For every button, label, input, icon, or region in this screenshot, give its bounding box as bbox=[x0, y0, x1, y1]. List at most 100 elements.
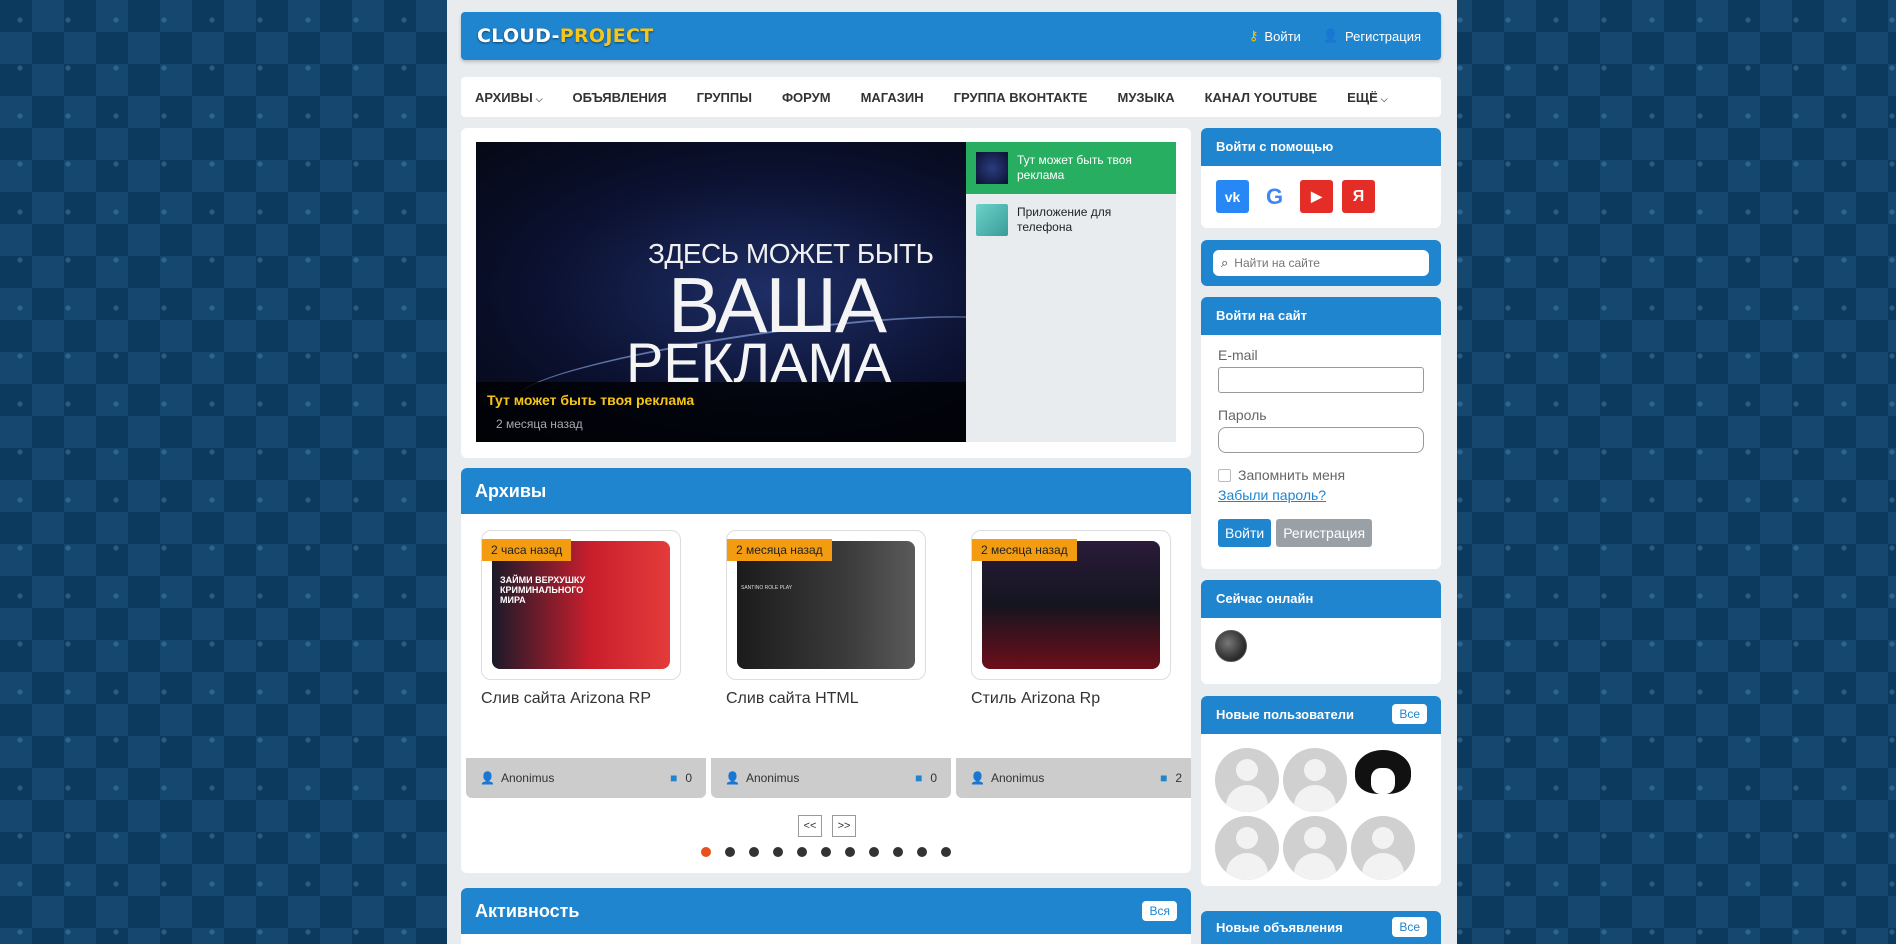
nav-item-shop[interactable]: МАГАЗИН bbox=[861, 90, 924, 105]
slide-caption: Тут может быть твоя реклама 2 месяца наз… bbox=[476, 382, 966, 442]
site-logo[interactable]: CLOUD-PROJECT bbox=[477, 25, 654, 47]
archive-card[interactable]: 2 месяца назад Стиль Arizona Rp bbox=[971, 530, 1171, 708]
archive-thumb-frame: SANTINO ROLE PLAY 2 месяца назад bbox=[726, 530, 926, 680]
header-register-link[interactable]: 👤 Регистрация bbox=[1323, 28, 1421, 44]
search-box: ⌕ bbox=[1213, 250, 1429, 276]
youtube-icon[interactable]: ▶ bbox=[1300, 180, 1333, 213]
nav-item-ads[interactable]: ОБЪЯВЛЕНИЯ bbox=[573, 90, 667, 105]
social-buttons: vk G ▶ Я bbox=[1201, 166, 1441, 227]
archive-comments[interactable]: ■ 2 bbox=[1160, 771, 1182, 785]
social-login-header: Войти с помощью bbox=[1201, 128, 1441, 166]
archive-title[interactable]: Стиль Arizona Rp bbox=[971, 690, 1171, 708]
nav-item-more[interactable]: ЕЩЁ ⌵ bbox=[1347, 90, 1387, 105]
nav-item-archives[interactable]: АРХИВЫ ⌵ bbox=[475, 90, 543, 105]
new-ads-header: Новые объявления Все bbox=[1201, 911, 1441, 944]
remember-checkbox[interactable] bbox=[1218, 468, 1231, 482]
nav-item-label: АРХИВЫ bbox=[475, 89, 533, 105]
search-widget: ⌕ bbox=[1201, 240, 1441, 286]
register-button[interactable]: Регистрация bbox=[1276, 519, 1373, 547]
archive-footer: 👤 Anonimus ■ 0 bbox=[711, 758, 951, 798]
remember-label: Запомнить меня bbox=[1238, 467, 1346, 483]
avatar[interactable] bbox=[1215, 630, 1247, 662]
avatar-placeholder-body bbox=[1362, 853, 1404, 880]
archive-thumb-text: ЗАЙМИ ВЕРХУШКУ КРИМИНАЛЬНОГО МИРА bbox=[500, 575, 586, 605]
carousel-dot[interactable] bbox=[917, 847, 927, 857]
carousel-dot[interactable] bbox=[797, 847, 807, 857]
phone-app-thumbnail bbox=[976, 204, 1008, 236]
nav-item-groups[interactable]: ГРУППЫ bbox=[697, 90, 752, 105]
avatar[interactable] bbox=[1351, 748, 1415, 812]
nav-item-youtube[interactable]: КАНАЛ YOUTUBE bbox=[1205, 90, 1318, 105]
slide-caption-date: 2 месяца назад bbox=[496, 417, 583, 431]
nav-item-forum[interactable]: ФОРУМ bbox=[782, 90, 831, 105]
archive-title[interactable]: Слив сайта Arizona RP bbox=[481, 690, 681, 708]
avatar[interactable] bbox=[1283, 816, 1347, 880]
avatar[interactable] bbox=[1351, 816, 1415, 880]
archive-author-name: Anonimus bbox=[500, 771, 555, 785]
avatar[interactable] bbox=[1283, 748, 1347, 812]
archive-author[interactable]: 👤 Anonimus bbox=[970, 771, 1044, 785]
site-header: CLOUD-PROJECT ⚷ Войти 👤 Регистрация bbox=[461, 12, 1441, 60]
archive-comments[interactable]: ■ 0 bbox=[670, 771, 692, 785]
next-button[interactable]: >> bbox=[832, 815, 856, 837]
archive-thumb-frame: 2 месяца назад bbox=[971, 530, 1171, 680]
archive-comments[interactable]: ■ 0 bbox=[915, 771, 937, 785]
nav-item-vk-group[interactable]: ГРУППА ВКОНТАКТЕ bbox=[954, 90, 1088, 105]
slider-list-item[interactable]: Приложение для телефона bbox=[966, 194, 1176, 246]
carousel-dot[interactable] bbox=[821, 847, 831, 857]
archive-card[interactable]: ЗАЙМИ ВЕРХУШКУ КРИМИНАЛЬНОГО МИРА 2 часа… bbox=[481, 530, 681, 708]
archive-comment-count: 0 bbox=[685, 771, 692, 785]
vk-icon[interactable]: vk bbox=[1216, 180, 1249, 213]
activity-all-button[interactable]: Вся bbox=[1142, 901, 1177, 921]
archives-section: Архивы ЗАЙМИ ВЕРХУШКУ КРИМИНАЛЬНОГО МИРА… bbox=[461, 468, 1191, 873]
archive-author[interactable]: 👤 Anonimus bbox=[480, 771, 554, 785]
nav-item-music[interactable]: МУЗЫКА bbox=[1117, 90, 1174, 105]
slider-list: Тут может быть твоя реклама Приложение д… bbox=[966, 142, 1176, 442]
forgot-password-link[interactable]: Забыли пароль? bbox=[1218, 487, 1326, 503]
avatar-placeholder-body bbox=[1226, 785, 1268, 812]
nav-item-label: ОБЪЯВЛЕНИЯ bbox=[572, 89, 667, 105]
header-register-label: Регистрация bbox=[1345, 28, 1421, 44]
archive-title[interactable]: Слив сайта HTML bbox=[726, 690, 926, 708]
archive-comment-count: 2 bbox=[1175, 771, 1182, 785]
yandex-icon[interactable]: Я bbox=[1342, 180, 1375, 213]
slide-caption-title[interactable]: Тут может быть твоя реклама bbox=[487, 392, 694, 408]
archive-date-badge: 2 часа назад bbox=[482, 539, 572, 561]
user-icon: 👤 bbox=[1322, 28, 1339, 43]
avatar-placeholder-body bbox=[1294, 785, 1336, 812]
carousel-dot[interactable] bbox=[869, 847, 879, 857]
slider-image[interactable]: ЗДЕСЬ МОЖЕТ БЫТЬ ВАША РЕКЛАМА Тут может … bbox=[476, 142, 966, 442]
carousel-dots bbox=[701, 847, 951, 857]
slider-list-item[interactable]: Тут может быть твоя реклама bbox=[966, 142, 1176, 194]
remember-me[interactable]: Запомнить меня bbox=[1218, 467, 1424, 483]
archive-thumb-frame: ЗАЙМИ ВЕРХУШКУ КРИМИНАЛЬНОГО МИРА 2 часа… bbox=[481, 530, 681, 680]
carousel-dot[interactable] bbox=[749, 847, 759, 857]
search-input[interactable] bbox=[1234, 256, 1425, 270]
chevron-down-icon: ⌵ bbox=[1380, 93, 1388, 104]
carousel-dot[interactable] bbox=[773, 847, 783, 857]
archive-comment-count: 0 bbox=[930, 771, 937, 785]
carousel-dot[interactable] bbox=[845, 847, 855, 857]
avatar-placeholder-body bbox=[1226, 853, 1268, 880]
header-login-link[interactable]: ⚷ Войти bbox=[1249, 28, 1301, 44]
nav-item-label: ГРУППА ВКОНТАКТЕ bbox=[953, 89, 1088, 105]
archive-card[interactable]: SANTINO ROLE PLAY 2 месяца назад Слив са… bbox=[726, 530, 926, 708]
password-field[interactable] bbox=[1218, 427, 1424, 453]
new-users-all-button[interactable]: Все bbox=[1392, 704, 1427, 724]
user-icon: 👤 bbox=[480, 771, 495, 785]
new-ads-all-button[interactable]: Все bbox=[1392, 917, 1427, 937]
carousel-dot[interactable] bbox=[893, 847, 903, 857]
carousel-dot[interactable] bbox=[941, 847, 951, 857]
avatar[interactable] bbox=[1215, 816, 1279, 880]
chevron-down-icon: ⌵ bbox=[535, 93, 543, 104]
avatar[interactable] bbox=[1215, 748, 1279, 812]
carousel-dot[interactable] bbox=[701, 847, 711, 857]
prev-button[interactable]: << bbox=[798, 815, 822, 837]
carousel-dot[interactable] bbox=[725, 847, 735, 857]
google-icon[interactable]: G bbox=[1258, 180, 1291, 213]
email-field[interactable] bbox=[1218, 367, 1424, 393]
activity-section: Активность Вся bbox=[461, 888, 1191, 944]
login-button[interactable]: Войти bbox=[1218, 519, 1272, 547]
archive-author[interactable]: 👤 Anonimus bbox=[725, 771, 799, 785]
archive-author-name: Anonimus bbox=[990, 771, 1045, 785]
